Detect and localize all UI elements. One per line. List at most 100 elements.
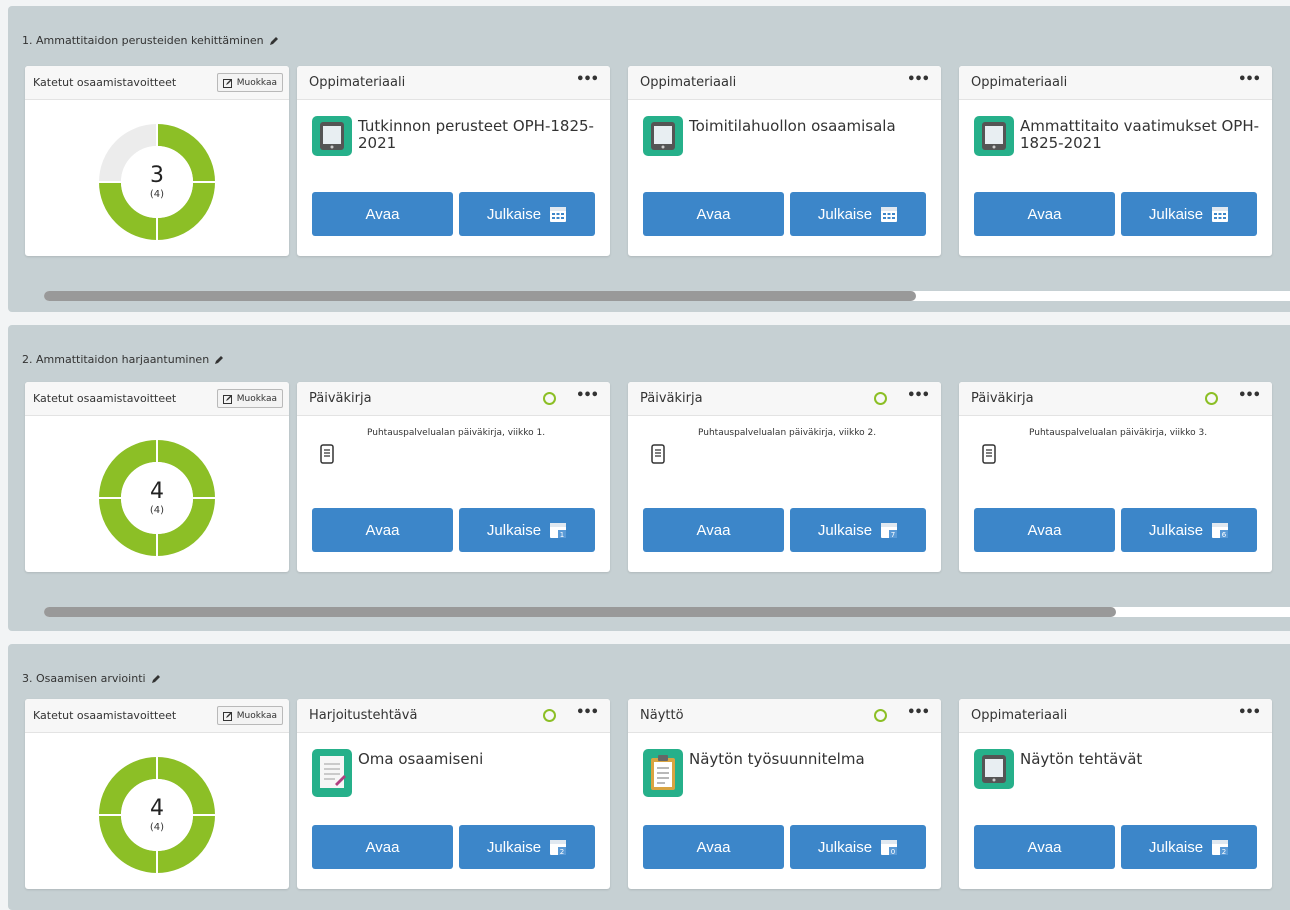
open-button[interactable]: Avaa	[312, 192, 453, 236]
resource-title[interactable]: Näytön työsuunnitelma	[689, 749, 865, 797]
open-label: Avaa	[696, 521, 731, 539]
resource-body[interactable]: Tutkinnon perusteet OPH-1825-2021	[312, 116, 600, 156]
publish-button[interactable]: Julkaise 0	[790, 825, 926, 869]
publish-label: Julkaise	[1148, 838, 1204, 856]
publish-button[interactable]: Julkaise 6	[1121, 508, 1257, 552]
resource-title[interactable]: Toimitilahuollon osaamisala	[689, 116, 896, 156]
card-actions: Avaa Julkaise 2	[312, 825, 595, 869]
open-label: Avaa	[365, 205, 400, 223]
goals-donut: 4 (4)	[99, 440, 215, 556]
resource-title[interactable]: Näytön tehtävät	[1020, 749, 1142, 789]
resource-type: Oppimateriaali	[971, 708, 1068, 723]
calendar-day-icon: 1	[550, 523, 567, 539]
goals-card: Katetut osaamistavoitteet Muokkaa 4 (4)	[25, 382, 289, 572]
resource-body[interactable]: Toimitilahuollon osaamisala	[643, 116, 931, 156]
card-actions: Avaa Julkaise 2	[974, 825, 1257, 869]
goals-card-title: Katetut osaamistavoitteet	[33, 709, 177, 722]
open-button[interactable]: Avaa	[974, 825, 1115, 869]
pencil-icon[interactable]	[269, 36, 279, 46]
section-1: 1. Ammattitaidon perusteiden kehittämine…	[8, 6, 1290, 312]
goals-card-title: Katetut osaamistavoitteet	[33, 76, 177, 89]
open-button[interactable]: Avaa	[974, 508, 1115, 552]
open-button[interactable]: Avaa	[974, 192, 1115, 236]
diary-title[interactable]: Puhtauspalvelualan päiväkirja, viikko 3.	[1029, 428, 1207, 464]
open-button[interactable]: Avaa	[643, 825, 784, 869]
edit-goals-button[interactable]: Muokkaa	[216, 706, 283, 725]
resource-body[interactable]: Oma osaamiseni	[312, 749, 600, 797]
section-title: 1. Ammattitaidon perusteiden kehittämine…	[22, 34, 279, 47]
resource-card: Oppimateriaali ••• Toimitilahuollon osaa…	[628, 66, 941, 256]
edit-goals-label: Muokkaa	[236, 77, 277, 88]
calendar-day-icon: 2	[550, 840, 567, 856]
resource-body[interactable]: Näytön työsuunnitelma	[643, 749, 931, 797]
diary-title[interactable]: Puhtauspalvelualan päiväkirja, viikko 1.	[367, 428, 545, 464]
card-actions: Avaa Julkaise	[643, 192, 926, 236]
scroll-thumb[interactable]	[44, 291, 917, 301]
more-options-icon[interactable]: •••	[1238, 389, 1261, 408]
open-button[interactable]: Avaa	[312, 825, 453, 869]
open-button[interactable]: Avaa	[312, 508, 453, 552]
open-button[interactable]: Avaa	[643, 508, 784, 552]
exercise-card: Harjoitustehtävä ••• Oma osaamiseni Avaa…	[297, 699, 610, 889]
resource-title[interactable]: Tutkinnon perusteet OPH-1825-2021	[358, 116, 600, 156]
more-options-icon[interactable]: •••	[576, 706, 599, 725]
tablet-icon	[974, 749, 1014, 789]
publish-button[interactable]: Julkaise 1	[459, 508, 595, 552]
resource-type: Oppimateriaali	[971, 75, 1068, 90]
tablet-icon	[312, 116, 352, 156]
more-options-icon[interactable]: •••	[576, 73, 599, 92]
card-actions: Avaa Julkaise	[974, 192, 1257, 236]
scroll-thumb[interactable]	[44, 607, 1116, 617]
diary-card: Päiväkirja ••• Puhtauspalvelualan päiväk…	[628, 382, 941, 572]
more-options-icon[interactable]: •••	[907, 706, 930, 725]
resource-title[interactable]: Ammattitaito vaatimukset OPH-1825-2021	[1020, 116, 1262, 156]
edit-goals-button[interactable]: Muokkaa	[216, 389, 283, 408]
resource-type: Päiväkirja	[971, 391, 1034, 406]
publish-button[interactable]: Julkaise 7	[790, 508, 926, 552]
publish-button[interactable]: Julkaise	[1121, 192, 1257, 236]
tablet-icon	[974, 116, 1014, 156]
publish-button[interactable]: Julkaise 2	[1121, 825, 1257, 869]
open-label: Avaa	[365, 838, 400, 856]
pencil-icon[interactable]	[151, 674, 161, 684]
goals-card: Katetut osaamistavoitteet Muokkaa 3 (4)	[25, 66, 289, 256]
publish-label: Julkaise	[817, 205, 873, 223]
goals-donut: 3 (4)	[99, 124, 215, 240]
svg-text:2: 2	[560, 848, 564, 856]
horizontal-scrollbar[interactable]	[44, 291, 1290, 301]
open-button[interactable]: Avaa	[643, 192, 784, 236]
goals-total-count: (4)	[149, 504, 165, 516]
section-title: 3. Osaamisen arviointi	[22, 672, 161, 685]
diary-body[interactable]: Puhtauspalvelualan päiväkirja, viikko 3.	[979, 428, 1262, 464]
more-options-icon[interactable]: •••	[907, 73, 930, 92]
more-options-icon[interactable]: •••	[576, 389, 599, 408]
more-options-icon[interactable]: •••	[907, 389, 930, 408]
horizontal-scrollbar[interactable]	[44, 607, 1290, 617]
svg-text:1: 1	[560, 531, 564, 539]
edit-goals-button[interactable]: Muokkaa	[216, 73, 283, 92]
diary-body[interactable]: Puhtauspalvelualan päiväkirja, viikko 1.	[317, 428, 600, 464]
publish-label: Julkaise	[486, 838, 542, 856]
section-title: 2. Ammattitaidon harjaantuminen	[22, 353, 224, 366]
status-circle-icon	[1205, 392, 1219, 405]
publish-label: Julkaise	[1148, 521, 1204, 539]
publish-button[interactable]: Julkaise	[790, 192, 926, 236]
more-options-icon[interactable]: •••	[1238, 73, 1261, 92]
open-label: Avaa	[1027, 521, 1062, 539]
donut-labels: 3 (4)	[99, 124, 215, 240]
resource-title[interactable]: Oma osaamiseni	[358, 749, 483, 797]
diary-body[interactable]: Puhtauspalvelualan päiväkirja, viikko 2.	[648, 428, 931, 464]
pencil-icon[interactable]	[214, 355, 224, 365]
publish-button[interactable]: Julkaise 2	[459, 825, 595, 869]
demonstration-card-header: Näyttö •••	[628, 699, 941, 733]
exercise-card-header: Harjoitustehtävä •••	[297, 699, 610, 733]
resource-body[interactable]: Näytön tehtävät	[974, 749, 1262, 789]
resource-type: Oppimateriaali	[640, 75, 737, 90]
resource-body[interactable]: Ammattitaito vaatimukset OPH-1825-2021	[974, 116, 1262, 156]
diary-title[interactable]: Puhtauspalvelualan päiväkirja, viikko 2.	[698, 428, 876, 464]
publish-button[interactable]: Julkaise	[459, 192, 595, 236]
more-options-icon[interactable]: •••	[1238, 706, 1261, 725]
resource-card: Oppimateriaali ••• Tutkinnon perusteet O…	[297, 66, 610, 256]
resource-card-header: Oppimateriaali •••	[959, 66, 1272, 100]
notebook-icon	[320, 444, 334, 464]
